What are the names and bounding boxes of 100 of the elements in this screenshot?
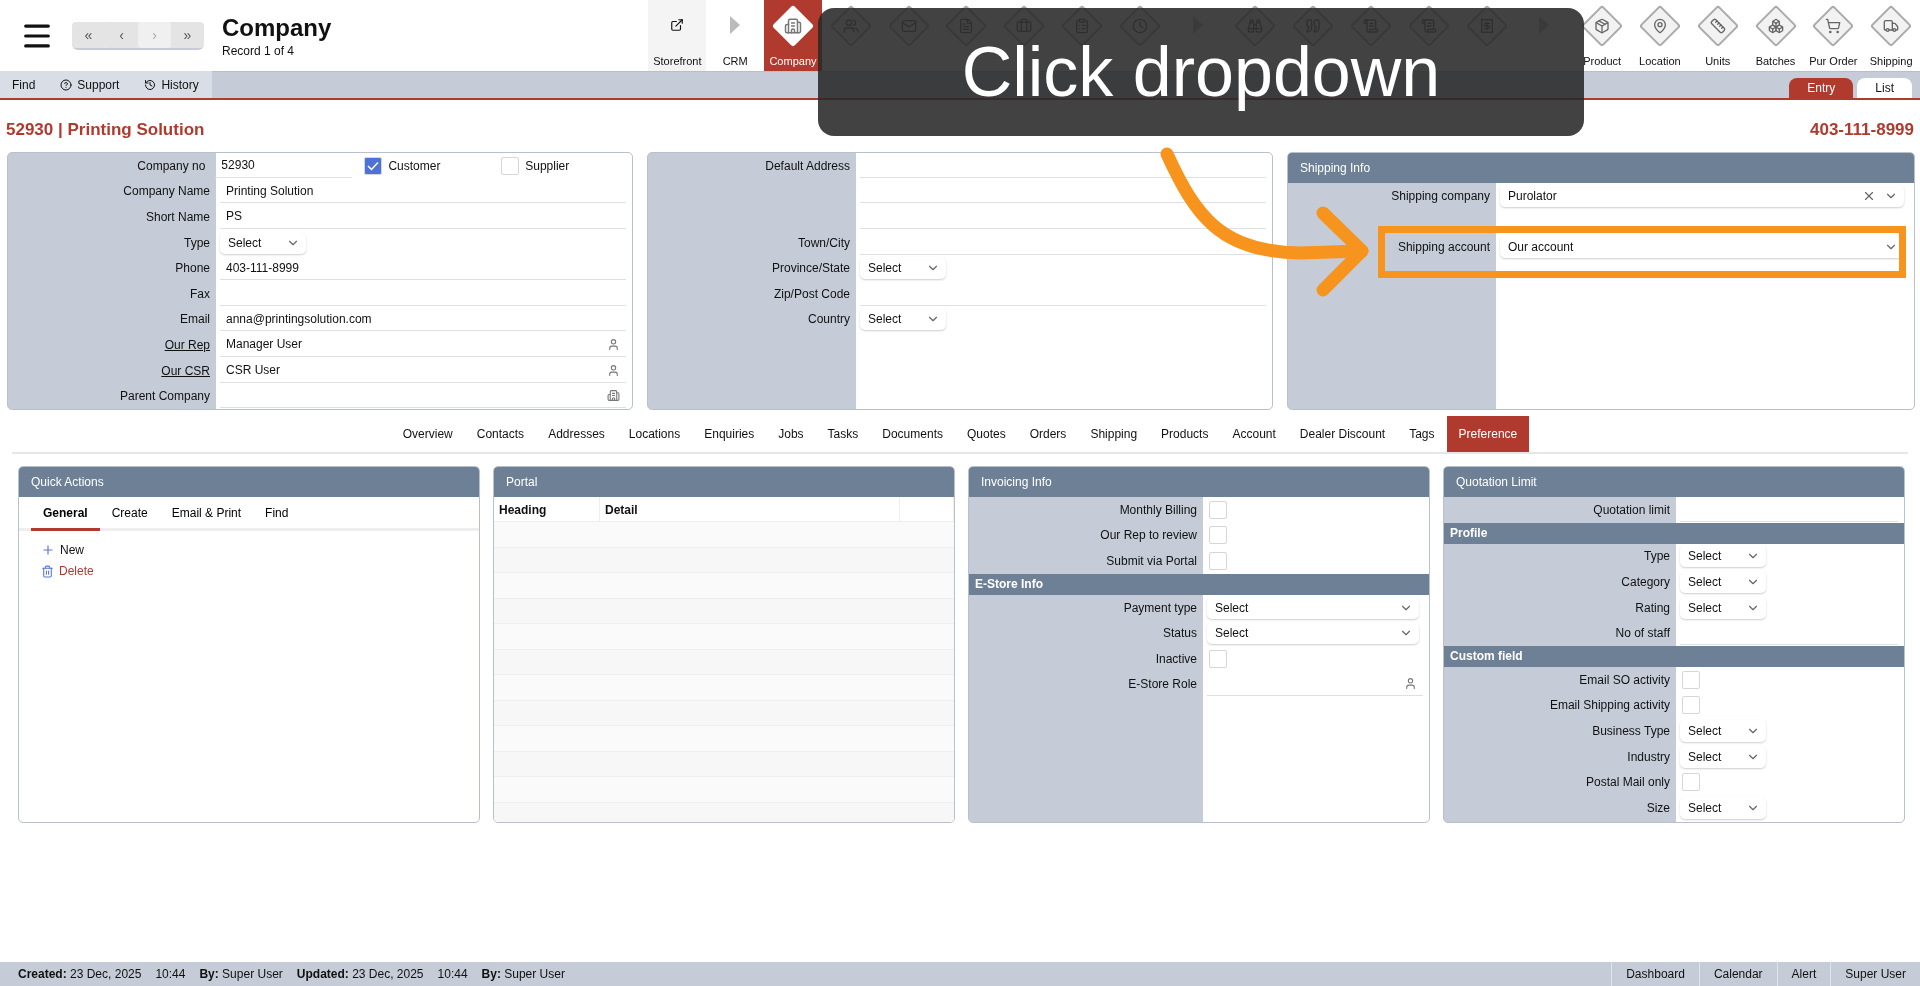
text-field[interactable]: anna@printingsolution.com	[220, 307, 626, 332]
select-dropdown[interactable]: Select	[1680, 571, 1766, 593]
field-label: Phone	[174, 261, 211, 276]
section-tab[interactable]: Overview	[390, 416, 465, 452]
panel-tab[interactable]: Find	[253, 497, 301, 531]
footer-link[interactable]: Calendar	[1698, 962, 1777, 986]
person-icon[interactable]	[1404, 677, 1417, 691]
select-dropdown[interactable]: Select	[1207, 596, 1419, 619]
toolbar-item[interactable]: Batches	[1746, 0, 1805, 71]
section-header: E-Store Info	[969, 573, 1429, 595]
toolbar-item[interactable]: Pur Order	[1804, 0, 1863, 71]
field-label: Default Address	[764, 158, 851, 173]
checkbox[interactable]	[1209, 500, 1227, 519]
select-dropdown[interactable]: Purolator	[1500, 184, 1904, 207]
subbar-button[interactable]: Support	[48, 71, 133, 98]
section-tab[interactable]: Tags	[1397, 416, 1447, 452]
select-dropdown[interactable]: Select	[1680, 796, 1766, 819]
record-phone: 403-111-8999	[1810, 120, 1914, 140]
section-tab[interactable]: Enquiries	[692, 416, 767, 452]
field-label: Our Rep to review	[1099, 528, 1198, 543]
footer-link[interactable]: Super User	[1830, 962, 1920, 986]
section-header: Profile	[1444, 522, 1904, 544]
field-label: E-Store Role	[1127, 677, 1198, 692]
select-dropdown[interactable]: Select	[860, 308, 946, 331]
panel-tab[interactable]: General	[31, 497, 100, 531]
checkbox[interactable]	[1682, 670, 1700, 689]
audit-info: 10:44	[155, 967, 186, 981]
checkbox[interactable]	[1209, 552, 1227, 570]
view-tab[interactable]: List	[1857, 78, 1912, 98]
field-label-link[interactable]: Our Rep	[8, 337, 216, 352]
section-tab[interactable]: Documents	[870, 416, 955, 452]
action-link[interactable]: New	[41, 543, 457, 557]
section-tab[interactable]: Locations	[616, 416, 693, 452]
field-label: Email	[179, 312, 211, 327]
field-label: Shipping account	[1396, 240, 1491, 254]
field-label: Email SO activity	[1578, 672, 1671, 687]
section-tab[interactable]: Dealer Discount	[1287, 416, 1398, 452]
checkbox[interactable]	[501, 156, 520, 175]
checkbox[interactable]	[1209, 649, 1227, 668]
section-tab[interactable]: Jobs	[766, 416, 816, 452]
panel-tab[interactable]: Email & Print	[159, 497, 254, 531]
select-dropdown[interactable]: Select	[1680, 745, 1766, 768]
section-tab[interactable]: Account	[1220, 416, 1288, 452]
checkbox[interactable]	[1682, 696, 1700, 715]
select-dropdown[interactable]: Select	[1207, 622, 1419, 645]
footer-link[interactable]: Dashboard	[1611, 962, 1699, 986]
footer-link[interactable]: Alert	[1776, 962, 1831, 986]
section-tab[interactable]: Shipping	[1078, 416, 1150, 452]
field-label-link[interactable]: Our CSR	[8, 363, 216, 378]
action-link[interactable]: Delete	[41, 564, 457, 578]
checkbox[interactable]	[1209, 526, 1227, 545]
field-label: Type	[183, 235, 211, 250]
record-counter: Record 1 of 4	[222, 43, 296, 58]
toolbar-item[interactable]: Company	[764, 0, 822, 71]
toolbar-item[interactable]: Storefront	[648, 0, 707, 71]
subbar-button[interactable]: History	[132, 71, 212, 98]
select-dropdown[interactable]: Select	[1680, 719, 1766, 742]
toolbar-item[interactable]: Location	[1631, 0, 1689, 71]
section-tab[interactable]: Quotes	[955, 416, 1018, 452]
text-field[interactable]: PS	[220, 205, 626, 229]
checkbox[interactable]	[364, 156, 383, 175]
field-label: Fax	[189, 286, 211, 301]
external-link-icon	[670, 18, 685, 32]
panel-header: Quotation Limit	[1444, 467, 1904, 497]
select-dropdown[interactable]: Select	[860, 257, 946, 280]
panel-tab[interactable]: Create	[99, 497, 160, 531]
select-dropdown[interactable]: Select	[1680, 545, 1766, 568]
help-icon	[60, 78, 73, 91]
section-tab[interactable]: Orders	[1017, 416, 1079, 452]
field-label: Email Shipping activity	[1548, 698, 1671, 713]
subbar-button[interactable]: Find	[0, 71, 49, 98]
section-tab[interactable]: Addresses	[536, 416, 617, 452]
field-label: Town/City	[797, 235, 851, 250]
text-field[interactable]: 403-111-8999	[220, 256, 626, 281]
select-dropdown[interactable]: Select	[1680, 596, 1766, 619]
checkbox-label: Supplier	[525, 158, 570, 173]
lookup-field[interactable]: CSR User	[220, 358, 626, 383]
section-tab[interactable]: Tasks	[815, 416, 871, 452]
section-tab[interactable]: Contacts	[464, 416, 537, 452]
record-title: 52930 | Printing Solution	[6, 120, 205, 140]
text-field[interactable]: Printing Solution	[220, 179, 626, 204]
audit-info: By: Super User	[481, 967, 565, 981]
person-icon[interactable]	[607, 363, 620, 377]
section-tab[interactable]: Preference	[1446, 416, 1530, 452]
lookup-field[interactable]: Manager User	[220, 332, 626, 357]
field-label: Postal Mail only	[1584, 775, 1671, 790]
history-icon	[144, 78, 157, 91]
select-dropdown[interactable]: Select	[220, 231, 306, 254]
checkbox[interactable]	[1682, 773, 1700, 792]
section-tab[interactable]: Products	[1149, 416, 1221, 452]
field-label: Inactive	[1154, 651, 1198, 666]
audit-info: 10:44	[437, 967, 468, 981]
toolbar-item[interactable]: Units	[1688, 0, 1747, 71]
building-icon[interactable]	[607, 389, 620, 403]
toolbar-item[interactable]: Shipping	[1862, 0, 1920, 71]
section-header: Custom field	[1444, 645, 1904, 667]
view-tab[interactable]: Entry	[1789, 78, 1854, 98]
person-icon[interactable]	[607, 337, 620, 351]
toolbar-item[interactable]: CRM	[706, 0, 765, 71]
text-field[interactable]: 52930	[215, 153, 353, 178]
